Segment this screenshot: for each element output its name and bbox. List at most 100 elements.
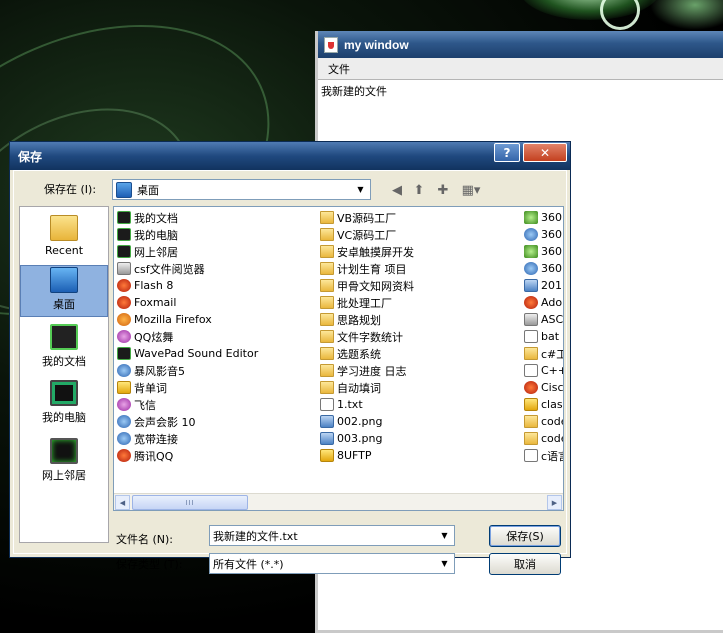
place-my-computer[interactable]: 我的电脑: [20, 377, 108, 429]
file-item[interactable]: 甲骨文知网资料: [320, 277, 414, 294]
scroll-left-icon[interactable]: ◀: [115, 495, 130, 510]
file-list[interactable]: 我的文档我的电脑 网上邻居 csf文件阅览器 Flash 8 Foxmail Mozill…: [113, 206, 564, 511]
chevron-down-icon[interactable]: ▼: [353, 182, 368, 197]
place-my-documents[interactable]: 我的文档: [20, 321, 108, 373]
menu-file[interactable]: 文件: [324, 59, 354, 79]
file-item[interactable]: 批处理工厂: [320, 294, 414, 311]
file-name: 自动填词: [337, 381, 381, 395]
network-icon: [50, 438, 78, 464]
file-item[interactable]: 1.txt: [320, 396, 414, 413]
file-item[interactable]: 腾讯QQ: [117, 447, 258, 464]
file-item[interactable]: 安卓触摸屏开发: [320, 243, 414, 260]
place-label: 我的电脑: [42, 411, 86, 424]
filetype-value: 所有文件 (*.*): [213, 557, 284, 571]
place-label: 桌面: [53, 298, 75, 311]
lookin-label: 保存在 (I):: [44, 183, 97, 196]
file-item[interactable]: 我的电脑: [117, 226, 258, 243]
file-item[interactable]: Foxmail: [117, 294, 258, 311]
file-item[interactable]: 360: [524, 226, 563, 243]
chevron-down-icon[interactable]: ▼: [437, 528, 452, 543]
file-item[interactable]: code: [524, 430, 563, 447]
save-dialog-titlebar[interactable]: 保存 ? ✕: [10, 142, 570, 170]
place-recent[interactable]: Recent: [20, 209, 108, 261]
file-item[interactable]: Cisc: [524, 379, 563, 396]
file-item[interactable]: 文件字数统计: [320, 328, 414, 345]
file-item[interactable]: Flash 8: [117, 277, 258, 294]
file-item[interactable]: 学习进度 日志: [320, 362, 414, 379]
file-item[interactable]: VC源码工厂: [320, 226, 414, 243]
back-icon[interactable]: ◀: [388, 181, 406, 199]
file-item[interactable]: class: [524, 396, 563, 413]
filename-field[interactable]: 我新建的文件.txt ▼: [209, 525, 455, 546]
cancel-button[interactable]: 取消: [489, 553, 561, 575]
my-window-titlebar[interactable]: my window: [318, 31, 723, 58]
file-item[interactable]: 飞信: [117, 396, 258, 413]
file-item[interactable]: ASC: [524, 311, 564, 328]
place-network[interactable]: 网上邻居: [20, 435, 108, 487]
file-name: Flash 8: [134, 279, 174, 292]
file-item[interactable]: VB源码工厂: [320, 209, 414, 226]
file-icon: [320, 398, 334, 411]
file-item[interactable]: 自动填词: [320, 379, 414, 396]
file-item[interactable]: 003.png: [320, 430, 414, 447]
file-item[interactable]: 002.png: [320, 413, 414, 430]
file-item[interactable]: 背单词: [117, 379, 258, 396]
file-icon: [117, 415, 131, 428]
new-folder-icon[interactable]: ✚: [434, 181, 452, 199]
close-button[interactable]: ✕: [523, 143, 567, 162]
file-name: class: [541, 398, 563, 411]
file-name: 201: [541, 279, 562, 292]
file-item[interactable]: 思路规划: [320, 311, 414, 328]
horizontal-scrollbar[interactable]: ◀ III ▶: [114, 493, 563, 510]
file-icon: [117, 313, 131, 326]
file-item[interactable]: 计划生育 项目: [320, 260, 414, 277]
file-icon: [117, 381, 131, 394]
file-item[interactable]: bat: [524, 328, 563, 345]
lookin-combo[interactable]: 桌面 ▼: [112, 179, 371, 200]
filetype-select[interactable]: 所有文件 (*.*) ▼: [209, 553, 455, 574]
file-item[interactable]: 360: [524, 260, 563, 277]
close-icon: ✕: [539, 145, 551, 160]
file-name: VB源码工厂: [337, 211, 397, 225]
up-folder-icon[interactable]: ⬆: [410, 181, 428, 199]
file-item[interactable]: 360: [524, 209, 563, 226]
file-item[interactable]: QQ炫舞: [117, 328, 258, 345]
file-item[interactable]: 8UFTP: [320, 447, 414, 464]
place-desktop[interactable]: 桌面: [20, 265, 108, 317]
file-name: Adol: [541, 296, 564, 309]
file-item[interactable]: Adol: [524, 294, 564, 311]
scroll-right-icon[interactable]: ▶: [547, 495, 562, 510]
scroll-thumb[interactable]: III: [132, 495, 248, 510]
file-name: 计划生育 项目: [337, 262, 407, 276]
help-button[interactable]: ?: [494, 143, 520, 162]
file-item[interactable]: 选题系统: [320, 345, 414, 362]
save-button[interactable]: 保存(S): [489, 525, 561, 547]
file-item[interactable]: 会声会影 10: [117, 413, 258, 430]
chevron-down-icon[interactable]: ▼: [437, 556, 452, 571]
text-area[interactable]: 我新建的文件: [318, 80, 723, 102]
file-name: 暴风影音5: [134, 364, 185, 378]
file-item[interactable]: code: [524, 413, 563, 430]
file-item[interactable]: Mozilla Firefox: [117, 311, 258, 328]
file-name: ASC: [541, 313, 564, 326]
file-icon: [117, 347, 131, 360]
file-item[interactable]: 网上邻居: [117, 243, 258, 260]
file-name: C++: [541, 364, 563, 377]
file-item[interactable]: C++: [524, 362, 563, 379]
file-item[interactable]: c语言: [524, 447, 563, 464]
view-menu-icon[interactable]: ▦▾: [458, 181, 484, 199]
file-name: 003.png: [337, 432, 383, 445]
file-item[interactable]: csf文件阅览器: [117, 260, 258, 277]
file-item[interactable]: 201: [524, 277, 563, 294]
file-name: 背单词: [134, 381, 167, 395]
file-name: 会声会影 10: [134, 415, 196, 429]
file-item[interactable]: c#工: [524, 345, 563, 362]
file-name: 我的文档: [134, 211, 178, 225]
file-item[interactable]: 我的文档: [117, 209, 258, 226]
file-name: 我的电脑: [134, 228, 178, 242]
file-item[interactable]: 暴风影音5: [117, 362, 258, 379]
file-item[interactable]: 360: [524, 243, 563, 260]
file-item[interactable]: 宽带连接: [117, 430, 258, 447]
file-name: code: [541, 415, 563, 428]
file-item[interactable]: WavePad Sound Editor: [117, 345, 258, 362]
